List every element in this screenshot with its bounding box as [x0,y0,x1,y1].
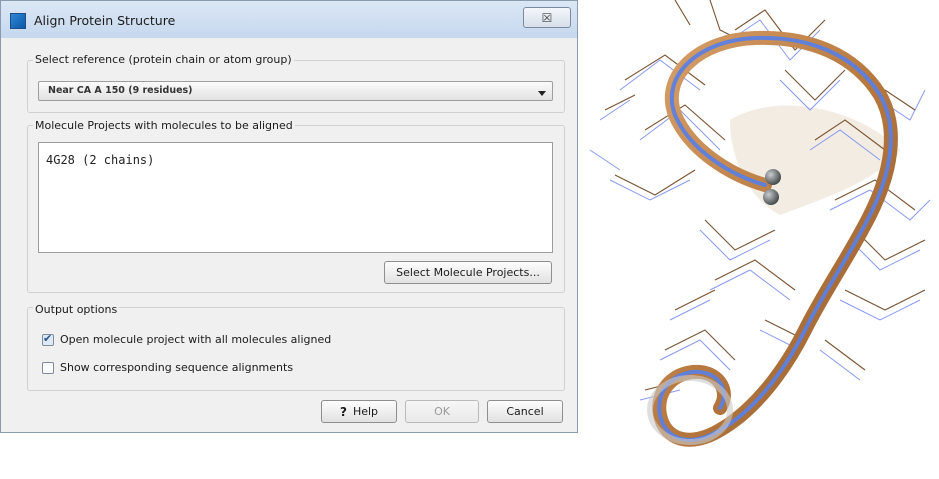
app-icon [10,13,26,29]
help-icon: ? [339,404,347,419]
protein-structure-view [589,0,931,447]
close-icon: ☒ [541,10,553,25]
reference-select[interactable]: Near CA A 150 (9 residues) [38,81,553,101]
check-icon: ✔ [43,332,53,345]
reference-group-label: Select reference (protein chain or atom … [33,53,294,66]
cancel-button[interactable]: Cancel [487,400,563,423]
align-protein-dialog: Align Protein Structure ☒ Select referen… [0,0,578,433]
open-molecule-project-label[interactable]: Open molecule project with all molecules… [60,333,331,346]
atom-sphere [763,189,779,205]
help-button[interactable]: ? Help [321,400,397,423]
molecule-projects-list[interactable]: 4G28 (2 chains) [38,142,553,253]
show-sequence-alignments-label[interactable]: Show corresponding sequence alignments [60,361,293,374]
title-bar: Align Protein Structure ☒ [1,1,577,38]
ok-button[interactable]: OK [405,400,479,423]
list-item[interactable]: 4G28 (2 chains) [46,153,154,167]
molecules-group-label: Molecule Projects with molecules to be a… [33,119,295,132]
help-label: Help [352,405,379,418]
output-group-label: Output options [33,303,120,316]
dialog-title: Align Protein Structure [34,13,176,28]
open-molecule-project-checkbox[interactable]: ✔ [42,332,54,346]
show-sequence-alignments-checkbox[interactable] [42,362,54,374]
select-molecule-projects-button[interactable]: Select Molecule Projects... [384,261,552,284]
output-group [27,307,565,391]
close-button[interactable]: ☒ [523,7,571,28]
chevron-down-icon [538,91,546,96]
reference-select-value: Near CA A 150 (9 residues) [48,85,193,96]
atom-sphere [765,169,781,185]
